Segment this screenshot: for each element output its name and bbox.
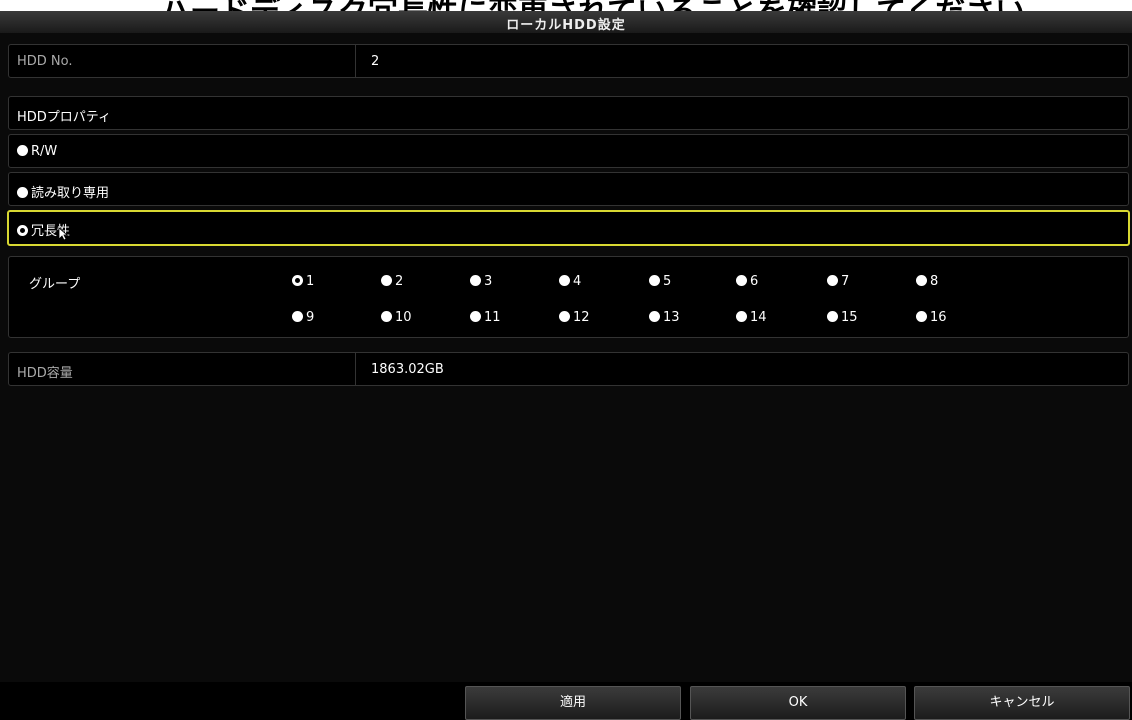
window-title: ローカルHDD設定 — [506, 18, 626, 33]
property-option-rw-text: R/W — [31, 144, 58, 159]
radio-unselected-icon[interactable] — [916, 311, 927, 322]
radio-selected-icon[interactable] — [292, 275, 303, 286]
group-option-12[interactable]: 12 — [559, 310, 590, 325]
hdd-capacity-row: HDD容量 1863.02GB — [8, 352, 1129, 386]
group-option-label: 12 — [573, 310, 590, 325]
property-option-readonly-label: 読み取り専用 — [17, 182, 109, 201]
group-option-1[interactable]: 1 — [292, 274, 314, 289]
group-option-14[interactable]: 14 — [736, 310, 767, 325]
group-option-label: 2 — [395, 274, 404, 289]
group-option-label: 11 — [484, 310, 501, 325]
radio-unselected-icon[interactable] — [381, 275, 392, 286]
group-option-label: 3 — [484, 274, 493, 289]
hdd-no-value: 2 — [371, 54, 380, 69]
group-option-label: 4 — [573, 274, 582, 289]
group-option-15[interactable]: 15 — [827, 310, 858, 325]
cancel-button[interactable]: キャンセル — [914, 686, 1130, 720]
group-option-11[interactable]: 11 — [470, 310, 501, 325]
radio-selected-icon[interactable] — [17, 225, 28, 236]
group-option-9[interactable]: 9 — [292, 310, 314, 325]
radio-unselected-icon[interactable] — [827, 275, 838, 286]
radio-unselected-icon[interactable] — [559, 311, 570, 322]
group-option-label: 6 — [750, 274, 759, 289]
mouse-cursor-icon — [58, 227, 68, 241]
hdd-capacity-label: HDD容量 — [17, 366, 73, 381]
group-option-7[interactable]: 7 — [827, 274, 849, 289]
property-option-readonly-text: 読み取り専用 — [31, 186, 110, 201]
radio-unselected-icon[interactable] — [470, 275, 481, 286]
radio-unselected-icon[interactable] — [17, 187, 28, 198]
hdd-no-label: HDD No. — [17, 54, 73, 69]
group-option-8[interactable]: 8 — [916, 274, 938, 289]
group-option-3[interactable]: 3 — [470, 274, 492, 289]
group-option-label: 1 — [306, 274, 315, 289]
radio-unselected-icon[interactable] — [916, 275, 927, 286]
group-option-label: 10 — [395, 310, 412, 325]
apply-button[interactable]: 適用 — [465, 686, 681, 720]
radio-unselected-icon[interactable] — [470, 311, 481, 322]
button-bar: 適用 OK キャンセル — [0, 682, 1132, 720]
radio-unselected-icon[interactable] — [292, 311, 303, 322]
radio-unselected-icon[interactable] — [649, 311, 660, 322]
row-divider — [355, 45, 356, 77]
hdd-capacity-value: 1863.02GB — [371, 362, 444, 377]
group-option-label: 13 — [663, 310, 680, 325]
group-option-4[interactable]: 4 — [559, 274, 581, 289]
group-option-label: 14 — [750, 310, 767, 325]
group-option-label: 16 — [930, 310, 947, 325]
group-option-label: 8 — [930, 274, 939, 289]
group-option-13[interactable]: 13 — [649, 310, 680, 325]
group-label: グループ — [29, 277, 81, 292]
group-option-16[interactable]: 16 — [916, 310, 947, 325]
radio-unselected-icon[interactable] — [559, 275, 570, 286]
group-option-label: 7 — [841, 274, 850, 289]
radio-unselected-icon[interactable] — [736, 275, 747, 286]
property-option-rw[interactable]: R/W — [8, 134, 1129, 168]
group-option-6[interactable]: 6 — [736, 274, 758, 289]
group-option-10[interactable]: 10 — [381, 310, 412, 325]
hdd-no-row: HDD No. 2 — [8, 44, 1129, 78]
hdd-property-label: HDDプロパティ — [17, 110, 112, 125]
group-option-2[interactable]: 2 — [381, 274, 403, 289]
radio-unselected-icon[interactable] — [649, 275, 660, 286]
property-option-readonly[interactable]: 読み取り専用 — [8, 172, 1129, 206]
property-option-redundancy[interactable]: 冗長性 — [7, 210, 1130, 246]
window-titlebar: ローカルHDD設定 — [0, 11, 1132, 34]
radio-unselected-icon[interactable] — [381, 311, 392, 322]
radio-unselected-icon[interactable] — [736, 311, 747, 322]
row-divider — [355, 353, 356, 385]
group-option-label: 9 — [306, 310, 315, 325]
group-option-label: 5 — [663, 274, 672, 289]
group-option-5[interactable]: 5 — [649, 274, 671, 289]
group-selector: グループ 1 2 3 4 5 6 7 8 9 10 11 12 13 14 15… — [8, 256, 1129, 338]
property-option-rw-label: R/W — [17, 144, 57, 159]
group-option-label: 15 — [841, 310, 858, 325]
ok-button[interactable]: OK — [690, 686, 906, 720]
hdd-property-header: HDDプロパティ — [8, 96, 1129, 130]
radio-unselected-icon[interactable] — [17, 145, 28, 156]
radio-unselected-icon[interactable] — [827, 311, 838, 322]
